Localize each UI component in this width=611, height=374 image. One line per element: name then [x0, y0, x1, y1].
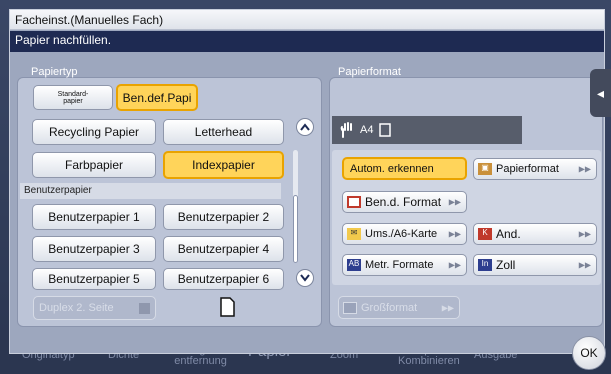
double-arrow-icon: ▶▶: [578, 229, 591, 239]
custom-size-icon: [347, 196, 361, 208]
inch-formats-label: Zoll: [496, 258, 516, 272]
other-format-icon: K: [478, 228, 492, 240]
double-arrow-icon: ▶▶: [578, 260, 591, 270]
tab-standard-paper-line1: Standard-: [57, 90, 89, 98]
index-paper-button[interactable]: Indexpapier: [163, 151, 284, 179]
checkbox-icon: [139, 303, 150, 314]
bg-tab-duplex-line2: Kombinieren: [398, 355, 460, 367]
paper-size-icon: ▣: [478, 163, 492, 175]
tab-standard-paper[interactable]: Standard- papier: [33, 85, 113, 110]
user-paper-1-button[interactable]: Benutzerpapier 1: [32, 204, 156, 230]
letterhead-button[interactable]: Letterhead: [163, 119, 284, 145]
inch-icon: In: [478, 259, 492, 271]
user-paper-section-header: Benutzerpapier: [20, 183, 281, 199]
page-icon: [220, 297, 235, 317]
user-paper-3-button[interactable]: Benutzerpapier 3: [32, 236, 156, 262]
large-format-button[interactable]: Großformat ▶▶: [338, 296, 460, 319]
double-arrow-icon: ▶▶: [448, 260, 461, 270]
chevron-up-icon: [300, 123, 310, 131]
paper-type-label: Papiertyp: [31, 66, 78, 78]
paper-format-button[interactable]: ▣ Papierformat ▶▶: [473, 158, 597, 180]
large-format-label: Großformat: [361, 301, 418, 314]
paper-format-label: Papierformat: [338, 66, 401, 78]
user-paper-5-button[interactable]: Benutzerpapier 5: [32, 268, 156, 290]
paper-format-button-label: Papierformat: [496, 163, 559, 175]
custom-format-button[interactable]: Ben.d. Format ▶▶: [342, 191, 467, 213]
current-format-value: A4: [360, 124, 374, 136]
message-bar: Papier nachfüllen.: [10, 31, 604, 52]
metric-formats-button[interactable]: AB Metr. Formate ▶▶: [342, 254, 467, 276]
scroll-up-button[interactable]: [296, 118, 314, 136]
double-arrow-icon: ▶▶: [448, 229, 461, 239]
envelope-card-button[interactable]: ✉ Ums./A6-Karte ▶▶: [342, 223, 467, 245]
recycling-paper-button[interactable]: Recycling Papier: [32, 119, 156, 145]
other-format-label: And.: [496, 227, 521, 241]
portrait-page-icon: [379, 123, 392, 137]
envelope-card-label: Ums./A6-Karte: [365, 228, 438, 240]
scrollbar-thumb[interactable]: [293, 195, 298, 263]
tab-user-defined-paper[interactable]: Ben.def.Papi: [116, 84, 198, 111]
ok-button[interactable]: OK: [572, 336, 606, 370]
current-format-display: A4: [332, 116, 522, 144]
double-arrow-icon: ▶▶: [441, 303, 454, 312]
side-panel-tab[interactable]: ◂: [590, 69, 611, 117]
envelope-icon: ✉: [347, 228, 361, 240]
custom-format-label: Ben.d. Format: [365, 195, 442, 209]
user-paper-6-button[interactable]: Benutzerpapier 6: [163, 268, 284, 290]
other-format-button[interactable]: K And. ▶▶: [473, 223, 597, 245]
double-arrow-icon: ▶▶: [578, 164, 591, 174]
color-paper-button[interactable]: Farbpapier: [32, 152, 156, 178]
hand-icon: [340, 122, 352, 138]
bg-tab-hintergrund-line2: entfernung: [174, 355, 227, 367]
auto-detect-button[interactable]: Autom. erkennen: [342, 157, 467, 180]
duplex-label: Duplex 2. Seite: [39, 302, 114, 314]
metric-formats-label: Metr. Formate: [365, 259, 434, 271]
user-paper-4-button[interactable]: Benutzerpapier 4: [163, 236, 284, 262]
back-arrow-icon: ◂: [596, 84, 605, 101]
duplex-second-side-button[interactable]: Duplex 2. Seite: [33, 296, 156, 320]
user-paper-2-button[interactable]: Benutzerpapier 2: [163, 204, 284, 230]
inch-formats-button[interactable]: In Zoll ▶▶: [473, 254, 597, 276]
chevron-down-icon: [300, 274, 310, 282]
large-format-icon: [343, 301, 357, 314]
double-arrow-icon: ▶▶: [448, 197, 461, 207]
tab-standard-paper-line2: papier: [63, 97, 83, 105]
scroll-down-button[interactable]: [296, 269, 314, 287]
metric-icon: AB: [347, 259, 361, 271]
dialog-title: Facheinst.(Manuelles Fach): [10, 10, 604, 30]
